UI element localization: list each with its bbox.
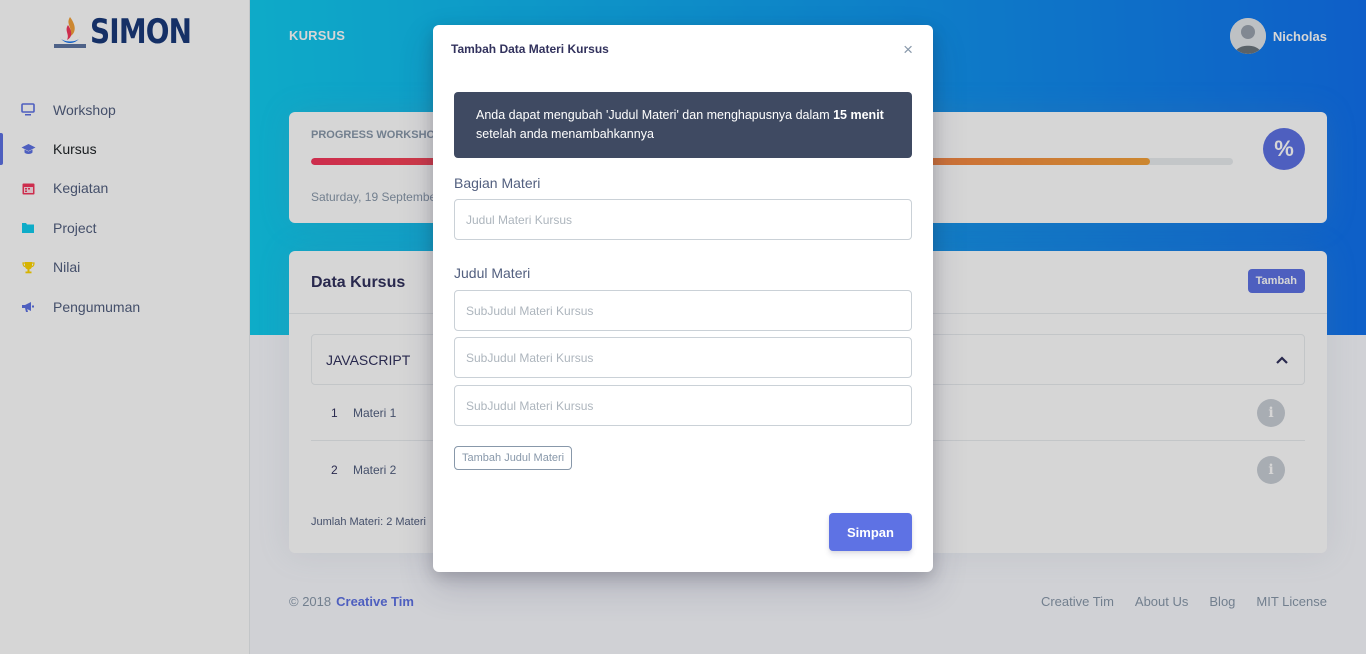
input-placeholder: SubJudul Materi Kursus — [466, 398, 594, 413]
close-icon[interactable]: × — [903, 41, 913, 58]
alert-text: Anda dapat mengubah 'Judul Materi' dan m… — [476, 108, 834, 122]
bagian-materi-label: Bagian Materi — [454, 175, 541, 191]
input-placeholder: SubJudul Materi Kursus — [466, 303, 594, 318]
alert-text-end: setelah anda menambahkannya — [476, 127, 654, 141]
input-placeholder: Judul Materi Kursus — [466, 212, 573, 227]
input-placeholder: SubJudul Materi Kursus — [466, 350, 594, 365]
save-button[interactable]: Simpan — [829, 513, 912, 551]
alert-emphasis: 15 menit — [833, 108, 884, 122]
info-alert: Anda dapat mengubah 'Judul Materi' dan m… — [454, 92, 912, 158]
subjudul-input[interactable]: SubJudul Materi Kursus — [454, 337, 912, 378]
modal-title: Tambah Data Materi Kursus — [451, 42, 609, 56]
bagian-materi-input[interactable]: Judul Materi Kursus — [454, 199, 912, 240]
add-subjudul-button[interactable]: Tambah Judul Materi — [454, 446, 573, 470]
subjudul-input[interactable]: SubJudul Materi Kursus — [454, 290, 912, 331]
judul-materi-label: Judul Materi — [454, 265, 531, 281]
subjudul-input[interactable]: SubJudul Materi Kursus — [454, 385, 912, 426]
add-materi-modal: Tambah Data Materi Kursus × Anda dapat m… — [433, 25, 933, 572]
